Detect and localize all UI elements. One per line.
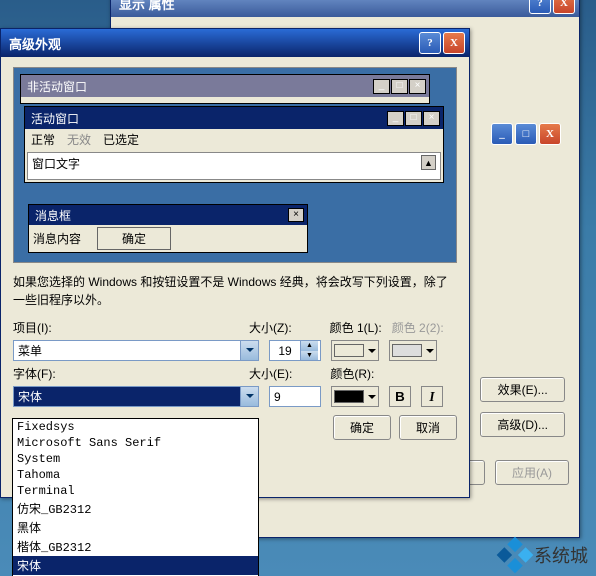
maximize-button[interactable]: □ — [515, 123, 537, 145]
font-option[interactable]: Terminal — [13, 483, 258, 499]
chevron-down-icon[interactable] — [240, 341, 258, 360]
font-option[interactable]: 宋体 — [13, 556, 258, 575]
display-controls: ? X — [529, 0, 575, 14]
maximize-icon: □ — [391, 79, 408, 94]
color1-label: 颜色 1(L): — [330, 319, 382, 336]
adv-controls: ? X — [419, 32, 465, 54]
preview-menu: 正常 无效 已选定 — [25, 129, 443, 150]
font-option[interactable]: 楷体_GB2312 — [13, 537, 258, 556]
item-input[interactable] — [14, 341, 240, 360]
size1-label: 大小(Z): — [249, 319, 292, 336]
colorf-label: 颜色(R): — [330, 365, 374, 382]
inactive-window: 非活动窗口 _ □ × — [20, 74, 430, 104]
inactive-window-title: 非活动窗口 — [27, 78, 87, 95]
advanced-button[interactable]: 高级(D)... — [480, 412, 565, 437]
watermark-text: 系统城 — [534, 542, 588, 568]
adv-title: 高级外观 — [9, 34, 61, 53]
appearance-side-buttons: 效果(E)... 高级(D)... — [480, 377, 565, 437]
minimize-button[interactable]: _ — [491, 123, 513, 145]
minimize-icon: _ — [373, 79, 390, 94]
spin-up-icon[interactable]: ▲ — [300, 341, 318, 351]
item-combo[interactable] — [13, 340, 259, 361]
watermark: 系统城 — [502, 542, 588, 568]
color2-picker — [389, 340, 437, 361]
close-icon: × — [409, 79, 426, 94]
chevron-down-icon[interactable] — [240, 387, 258, 406]
maximize-icon: □ — [405, 111, 422, 126]
active-window: 活动窗口 _ □ × 正常 无效 已选定 窗口文字 ▲ — [24, 106, 444, 183]
preview-window-text: 窗口文字 ▲ — [27, 152, 441, 180]
font-option[interactable]: Microsoft Sans Serif — [13, 435, 258, 451]
help-button[interactable]: ? — [419, 32, 441, 54]
spin-down-icon[interactable]: ▼ — [300, 351, 318, 361]
close-button[interactable]: X — [443, 32, 465, 54]
cancel-button[interactable]: 取消 — [399, 415, 457, 440]
display-titlebar: 显示 属性 ? X — [111, 0, 579, 17]
close-icon: × — [423, 111, 440, 126]
messagebox-text: 消息内容 — [33, 230, 81, 247]
size2-combo[interactable] — [269, 386, 321, 407]
minimize-icon: _ — [387, 111, 404, 126]
bold-button[interactable]: B — [389, 386, 411, 407]
close-button[interactable]: X — [553, 0, 575, 14]
help-button[interactable]: ? — [529, 0, 551, 14]
color1-picker[interactable] — [331, 340, 379, 361]
item-label: 项目(I): — [13, 319, 71, 336]
font-option[interactable]: Tahoma — [13, 467, 258, 483]
display-title: 显示 属性 — [119, 0, 175, 13]
close-icon: × — [288, 208, 304, 222]
font-option[interactable]: 黑体 — [13, 518, 258, 537]
messagebox-title: 消息框 — [35, 207, 71, 224]
font-color-picker[interactable] — [331, 386, 379, 407]
active-window-title: 活动窗口 — [31, 110, 79, 127]
size2-label: 大小(E): — [249, 365, 292, 382]
active-window-controls: _ □ × — [387, 111, 440, 126]
watermark-logo-icon — [497, 537, 534, 574]
font-option[interactable]: Fixedsys — [13, 419, 258, 435]
menu-disabled: 无效 — [67, 131, 91, 148]
preview-messagebox: 消息框 × 消息内容 确定 — [28, 204, 308, 253]
font-dropdown-list[interactable]: FixedsysMicrosoft Sans SerifSystemTahoma… — [12, 418, 259, 576]
size1-spinner[interactable]: ▲▼ — [269, 340, 321, 361]
color2-label: 颜色 2(2): — [392, 319, 444, 336]
size1-input[interactable] — [270, 341, 300, 360]
apply-button[interactable]: 应用(A) — [495, 460, 569, 485]
menu-normal: 正常 — [31, 131, 55, 148]
italic-button[interactable]: I — [421, 386, 443, 407]
font-label: 字体(F): — [13, 365, 71, 382]
adv-titlebar: 高级外观 ? X — [1, 29, 469, 57]
scroll-up-icon: ▲ — [421, 155, 436, 170]
close-button[interactable]: X — [539, 123, 561, 145]
preview-pane: 非活动窗口 _ □ × 活动窗口 _ □ × — [13, 67, 457, 263]
font-input[interactable] — [14, 387, 240, 406]
inner-window-controls: _ □ X — [491, 123, 561, 145]
inactive-window-controls: _ □ × — [373, 79, 426, 94]
font-option[interactable]: 仿宋_GB2312 — [13, 499, 258, 518]
font-option[interactable]: System — [13, 451, 258, 467]
ok-button[interactable]: 确定 — [333, 415, 391, 440]
effects-button[interactable]: 效果(E)... — [480, 377, 565, 402]
messagebox-ok-button: 确定 — [97, 227, 171, 250]
font-combo[interactable] — [13, 386, 259, 407]
menu-selected: 已选定 — [103, 131, 139, 148]
hint-text: 如果您选择的 Windows 和按钮设置不是 Windows 经典，将会改写下列… — [13, 273, 457, 309]
